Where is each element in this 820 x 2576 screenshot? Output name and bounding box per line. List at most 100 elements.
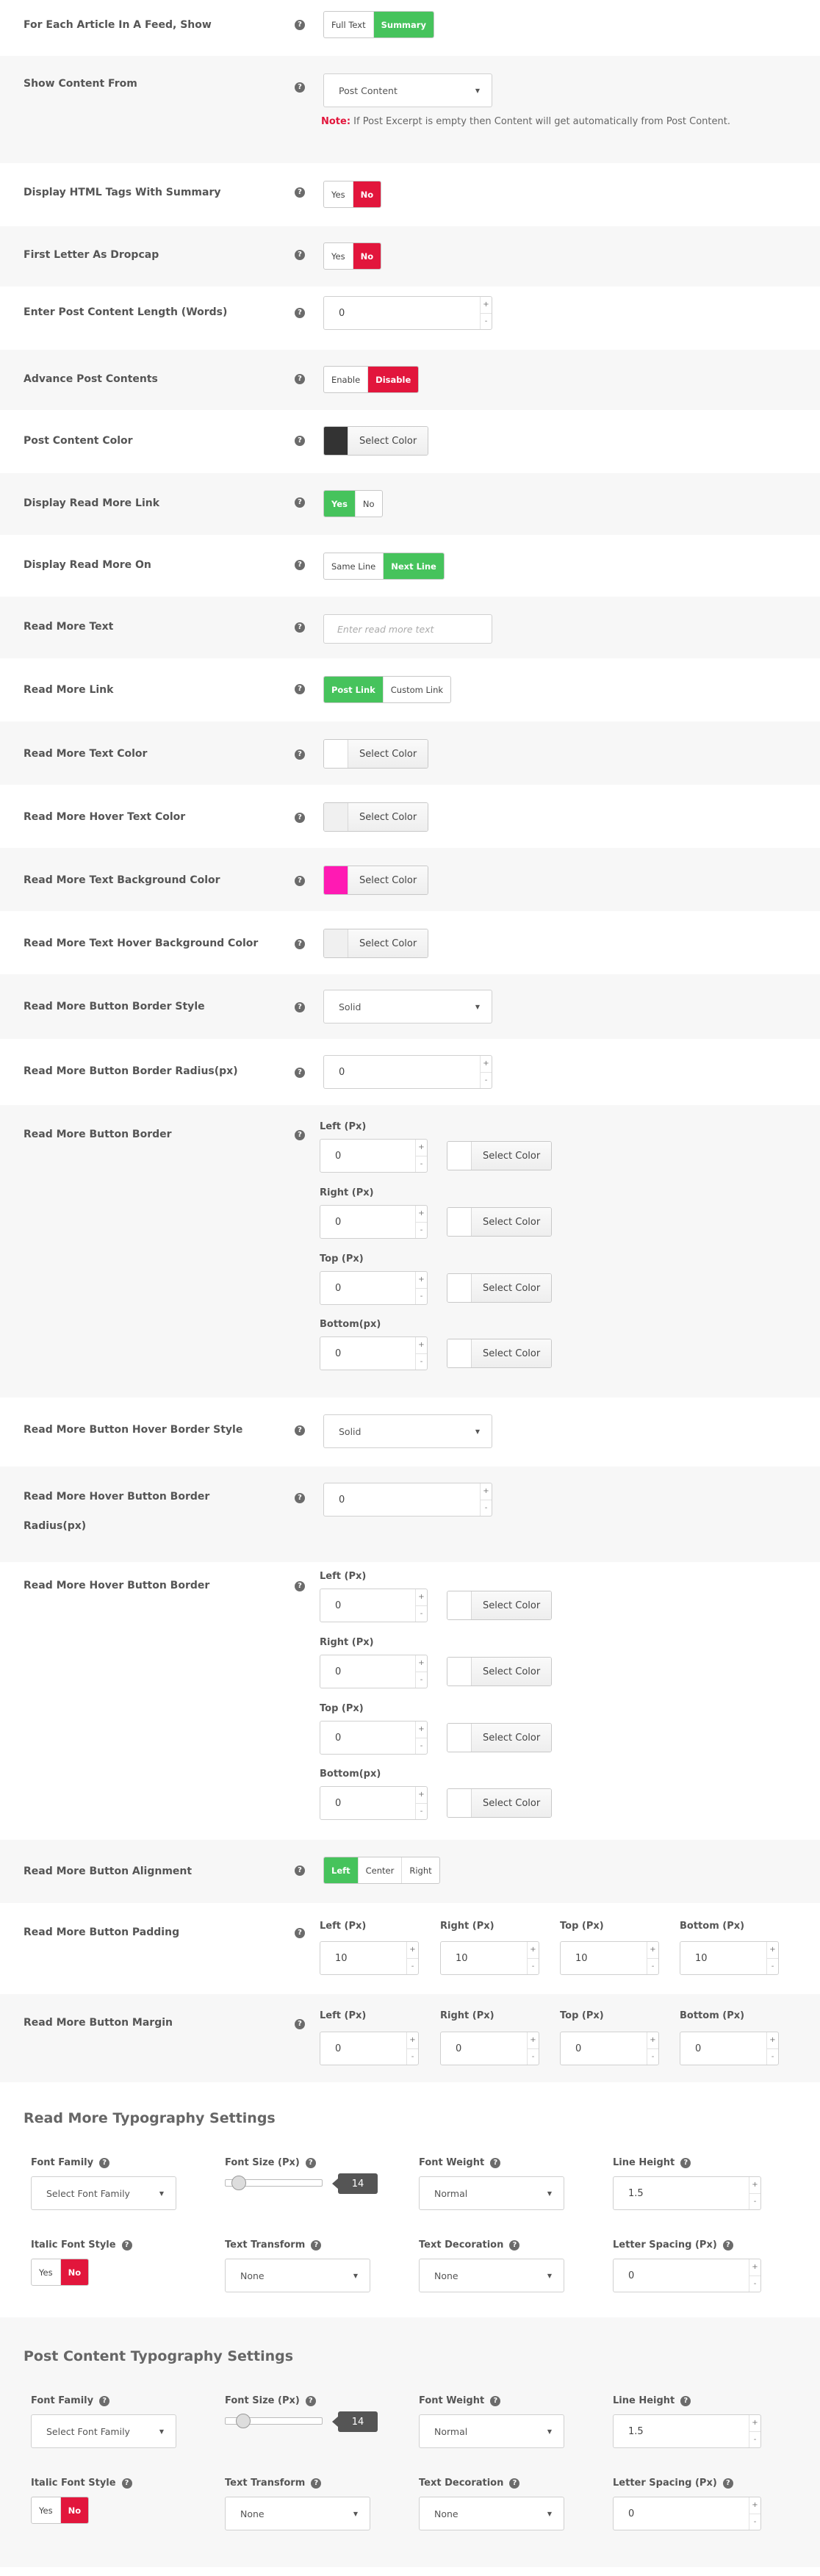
slider-handle[interactable] bbox=[231, 2176, 246, 2190]
increment-button[interactable]: + bbox=[416, 1589, 427, 1606]
increment-button[interactable]: + bbox=[416, 1655, 427, 1672]
decrement-button[interactable]: - bbox=[416, 1606, 427, 1622]
margin-right-input[interactable]: 0 + - bbox=[440, 2032, 539, 2065]
increment-button[interactable]: + bbox=[749, 2177, 760, 2194]
increment-button[interactable]: + bbox=[481, 1056, 492, 1073]
content-source-select[interactable]: Post Content ▼ bbox=[323, 73, 492, 107]
help-icon[interactable]: ? bbox=[295, 684, 305, 694]
full-text-option[interactable]: Full Text bbox=[324, 12, 374, 37]
increment-button[interactable]: + bbox=[749, 2259, 760, 2276]
decrement-button[interactable]: - bbox=[407, 1959, 418, 1975]
increment-button[interactable]: + bbox=[749, 2415, 760, 2432]
increment-button[interactable]: + bbox=[416, 1721, 427, 1738]
help-icon[interactable]: ? bbox=[295, 308, 305, 318]
help-icon[interactable]: ? bbox=[295, 876, 305, 886]
margin-top-input[interactable]: 0 + - bbox=[560, 2032, 659, 2065]
increment-button[interactable]: + bbox=[647, 2032, 658, 2049]
border-right-color-picker[interactable]: Select Color bbox=[447, 1207, 553, 1237]
help-icon[interactable]: ? bbox=[295, 813, 305, 823]
increment-button[interactable]: + bbox=[416, 1272, 427, 1289]
text-transform-select[interactable]: None ▼ bbox=[225, 2497, 370, 2530]
increment-button[interactable]: + bbox=[528, 1942, 539, 1959]
help-icon[interactable]: ? bbox=[311, 2239, 322, 2251]
content-color-picker[interactable]: Select Color bbox=[323, 426, 429, 456]
decrement-button[interactable]: - bbox=[416, 1804, 427, 1820]
hover-border-bottom-color-picker[interactable]: Select Color bbox=[447, 1788, 553, 1818]
hover-border-bottom-input[interactable]: 0 + - bbox=[320, 1786, 428, 1820]
decrement-button[interactable]: - bbox=[767, 2049, 778, 2065]
increment-button[interactable]: + bbox=[749, 2497, 760, 2514]
help-icon[interactable]: ? bbox=[295, 497, 305, 508]
font-size-slider[interactable] bbox=[225, 2176, 323, 2190]
decrement-button[interactable]: - bbox=[647, 1959, 658, 1975]
no-option[interactable]: No bbox=[353, 181, 381, 207]
read-more-text-input[interactable]: Enter read more text bbox=[323, 614, 492, 644]
rm-hover-bg-color-picker[interactable]: Select Color bbox=[323, 929, 429, 958]
margin-bottom-input[interactable]: 0 + - bbox=[680, 2032, 779, 2065]
help-icon[interactable]: ? bbox=[295, 560, 305, 570]
same-line-option[interactable]: Same Line bbox=[324, 553, 384, 579]
decrement-button[interactable]: - bbox=[416, 1156, 427, 1173]
help-icon[interactable]: ? bbox=[295, 1002, 305, 1012]
decrement-button[interactable]: - bbox=[407, 2049, 418, 2065]
help-icon[interactable]: ? bbox=[490, 2157, 501, 2168]
no-option[interactable]: No bbox=[60, 2497, 89, 2523]
decrement-button[interactable]: - bbox=[416, 1738, 427, 1755]
help-icon[interactable]: ? bbox=[311, 2478, 322, 2489]
padding-left-input[interactable]: 10 + - bbox=[320, 1941, 419, 1975]
help-icon[interactable]: ? bbox=[121, 2478, 132, 2489]
yes-option[interactable]: Yes bbox=[32, 2259, 61, 2285]
border-left-color-picker[interactable]: Select Color bbox=[447, 1141, 553, 1170]
help-icon[interactable]: ? bbox=[295, 939, 305, 949]
font-size-slider[interactable] bbox=[225, 2414, 323, 2428]
font-family-select[interactable]: Select Font Family ▼ bbox=[31, 2176, 176, 2210]
increment-button[interactable]: + bbox=[407, 1942, 418, 1959]
help-icon[interactable]: ? bbox=[295, 749, 305, 760]
decrement-button[interactable]: - bbox=[749, 2432, 760, 2448]
help-icon[interactable]: ? bbox=[680, 2157, 691, 2168]
margin-left-input[interactable]: 0 + - bbox=[320, 2032, 419, 2065]
border-bottom-input[interactable]: 0 + - bbox=[320, 1336, 428, 1370]
increment-button[interactable]: + bbox=[416, 1787, 427, 1804]
increment-button[interactable]: + bbox=[767, 1942, 778, 1959]
rm-hover-text-color-picker[interactable]: Select Color bbox=[323, 802, 429, 832]
border-right-input[interactable]: 0 + - bbox=[320, 1205, 428, 1239]
font-family-select[interactable]: Select Font Family ▼ bbox=[31, 2414, 176, 2448]
hover-border-left-input[interactable]: 0 + - bbox=[320, 1589, 428, 1622]
rm-border-radius-input[interactable]: 0 + - bbox=[323, 1055, 492, 1089]
decrement-button[interactable]: - bbox=[481, 1500, 492, 1517]
help-icon[interactable]: ? bbox=[295, 1866, 305, 1876]
border-bottom-color-picker[interactable]: Select Color bbox=[447, 1339, 553, 1368]
help-icon[interactable]: ? bbox=[490, 2395, 501, 2406]
decrement-button[interactable]: - bbox=[528, 2049, 539, 2065]
letter-spacing-input[interactable]: 0 + - bbox=[613, 2497, 761, 2530]
summary-option[interactable]: Summary bbox=[373, 12, 434, 37]
decrement-button[interactable]: - bbox=[416, 1672, 427, 1688]
yes-option[interactable]: Yes bbox=[324, 243, 353, 269]
decrement-button[interactable]: - bbox=[416, 1223, 427, 1239]
decrement-button[interactable]: - bbox=[749, 2276, 760, 2292]
help-icon[interactable]: ? bbox=[295, 187, 305, 198]
padding-bottom-input[interactable]: 10 + - bbox=[680, 1941, 779, 1975]
increment-button[interactable]: + bbox=[528, 2032, 539, 2049]
rm-bg-color-picker[interactable]: Select Color bbox=[323, 866, 429, 895]
padding-top-input[interactable]: 10 + - bbox=[560, 1941, 659, 1975]
disable-option[interactable]: Disable bbox=[368, 367, 419, 392]
help-icon[interactable]: ? bbox=[295, 20, 305, 30]
border-left-input[interactable]: 0 + - bbox=[320, 1139, 428, 1173]
decrement-button[interactable]: - bbox=[416, 1354, 427, 1370]
help-icon[interactable]: ? bbox=[295, 2019, 305, 2029]
help-icon[interactable]: ? bbox=[295, 436, 305, 446]
hover-border-top-color-picker[interactable]: Select Color bbox=[447, 1723, 553, 1752]
increment-button[interactable]: + bbox=[416, 1337, 427, 1354]
center-option[interactable]: Center bbox=[359, 1857, 403, 1883]
help-icon[interactable]: ? bbox=[295, 1493, 305, 1503]
hover-border-right-color-picker[interactable]: Select Color bbox=[447, 1657, 553, 1686]
rm-hover-border-style-select[interactable]: Solid ▼ bbox=[323, 1414, 492, 1448]
increment-button[interactable]: + bbox=[416, 1140, 427, 1156]
rm-border-style-select[interactable]: Solid ▼ bbox=[323, 990, 492, 1023]
padding-right-input[interactable]: 10 + - bbox=[440, 1941, 539, 1975]
increment-button[interactable]: + bbox=[416, 1206, 427, 1223]
rm-text-color-picker[interactable]: Select Color bbox=[323, 739, 429, 769]
yes-option[interactable]: Yes bbox=[324, 181, 353, 207]
